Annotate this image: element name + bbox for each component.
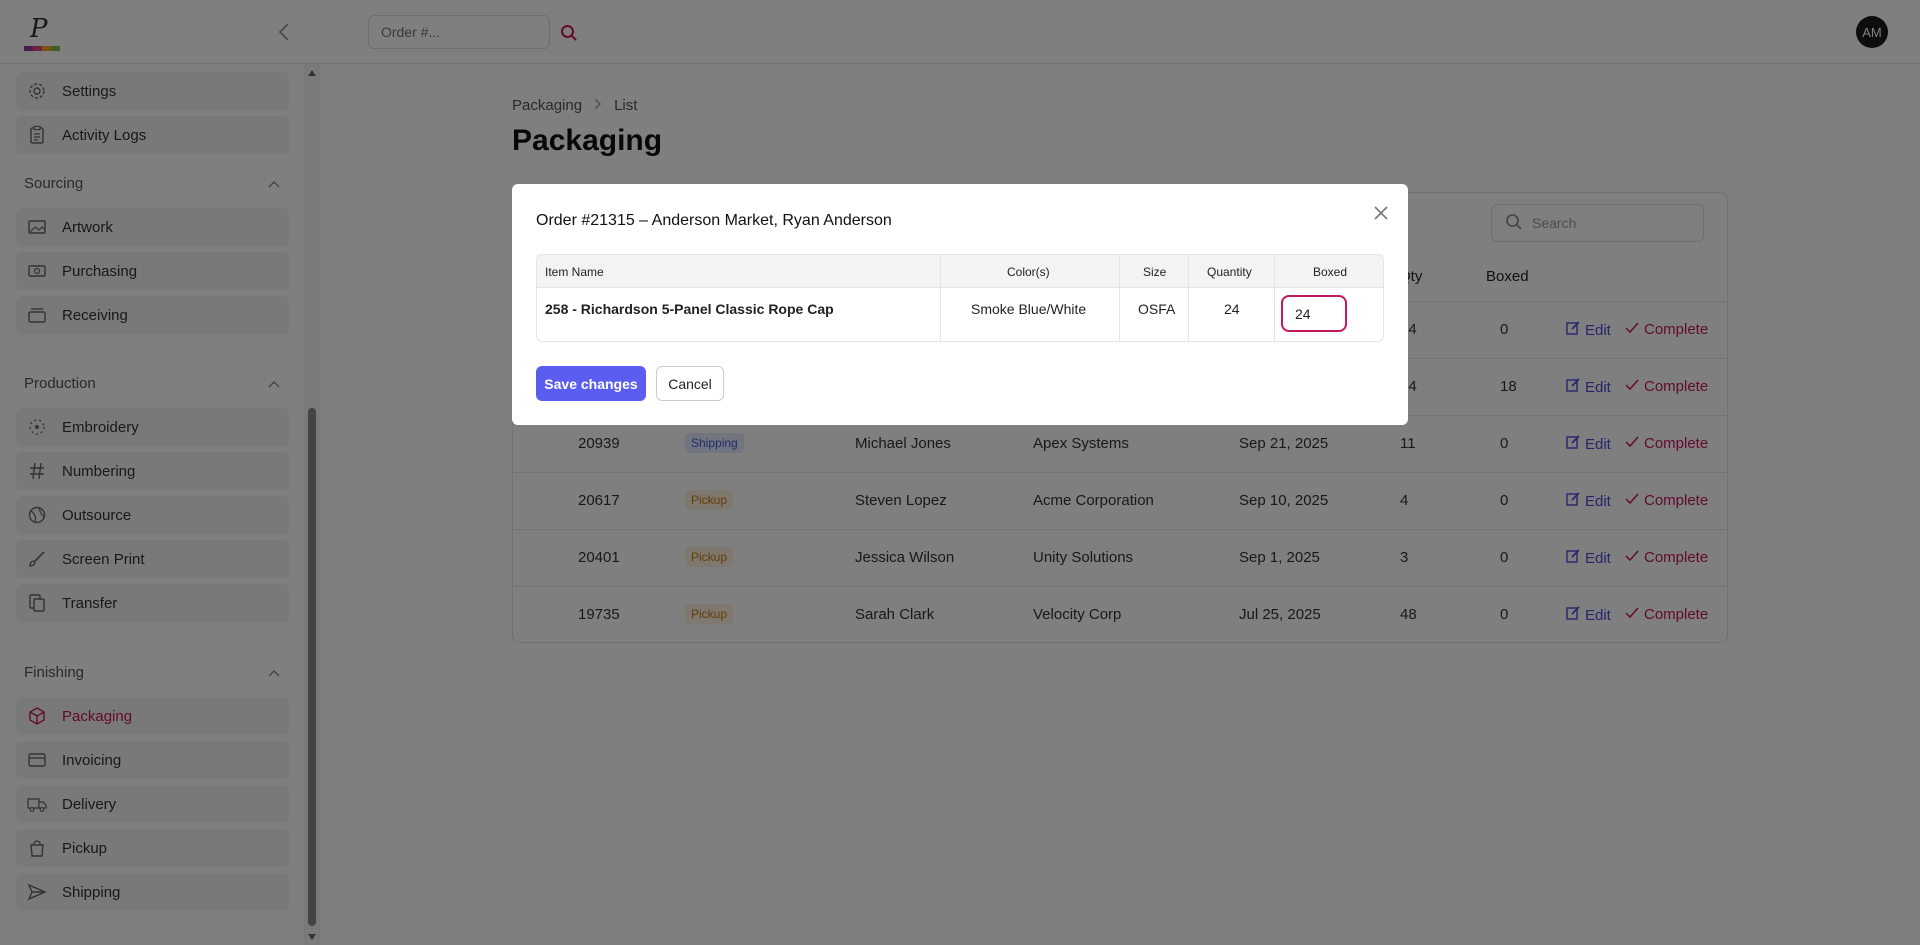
modal-backdrop[interactable] (0, 0, 1920, 945)
item-name: 258 - Richardson 5-Panel Classic Rope Ca… (545, 301, 834, 317)
save-changes-button[interactable]: Save changes (536, 366, 646, 401)
column-header-boxed: Boxed (1313, 265, 1348, 279)
item-color: Smoke Blue/White (971, 301, 1087, 317)
item-quantity: 24 (1224, 301, 1240, 317)
modal-title: Order #21315 – Anderson Market, Ryan And… (536, 212, 892, 229)
close-icon[interactable] (1372, 204, 1390, 222)
boxed-quantity-input[interactable] (1281, 295, 1347, 332)
item-size: OSFA (1138, 301, 1176, 317)
modal-table-header (537, 255, 1383, 288)
edit-packaging-modal: Order #21315 – Anderson Market, Ryan And… (512, 184, 1408, 425)
column-header-size: Size (1143, 265, 1167, 279)
column-header-quantity: Quantity (1207, 265, 1252, 279)
cancel-button[interactable]: Cancel (656, 366, 724, 401)
column-header-item-name: Item Name (545, 265, 604, 279)
column-header-colors: Color(s) (1007, 265, 1050, 279)
modal-items-table: Item Name Color(s) Size Quantity Boxed 2… (536, 254, 1384, 342)
